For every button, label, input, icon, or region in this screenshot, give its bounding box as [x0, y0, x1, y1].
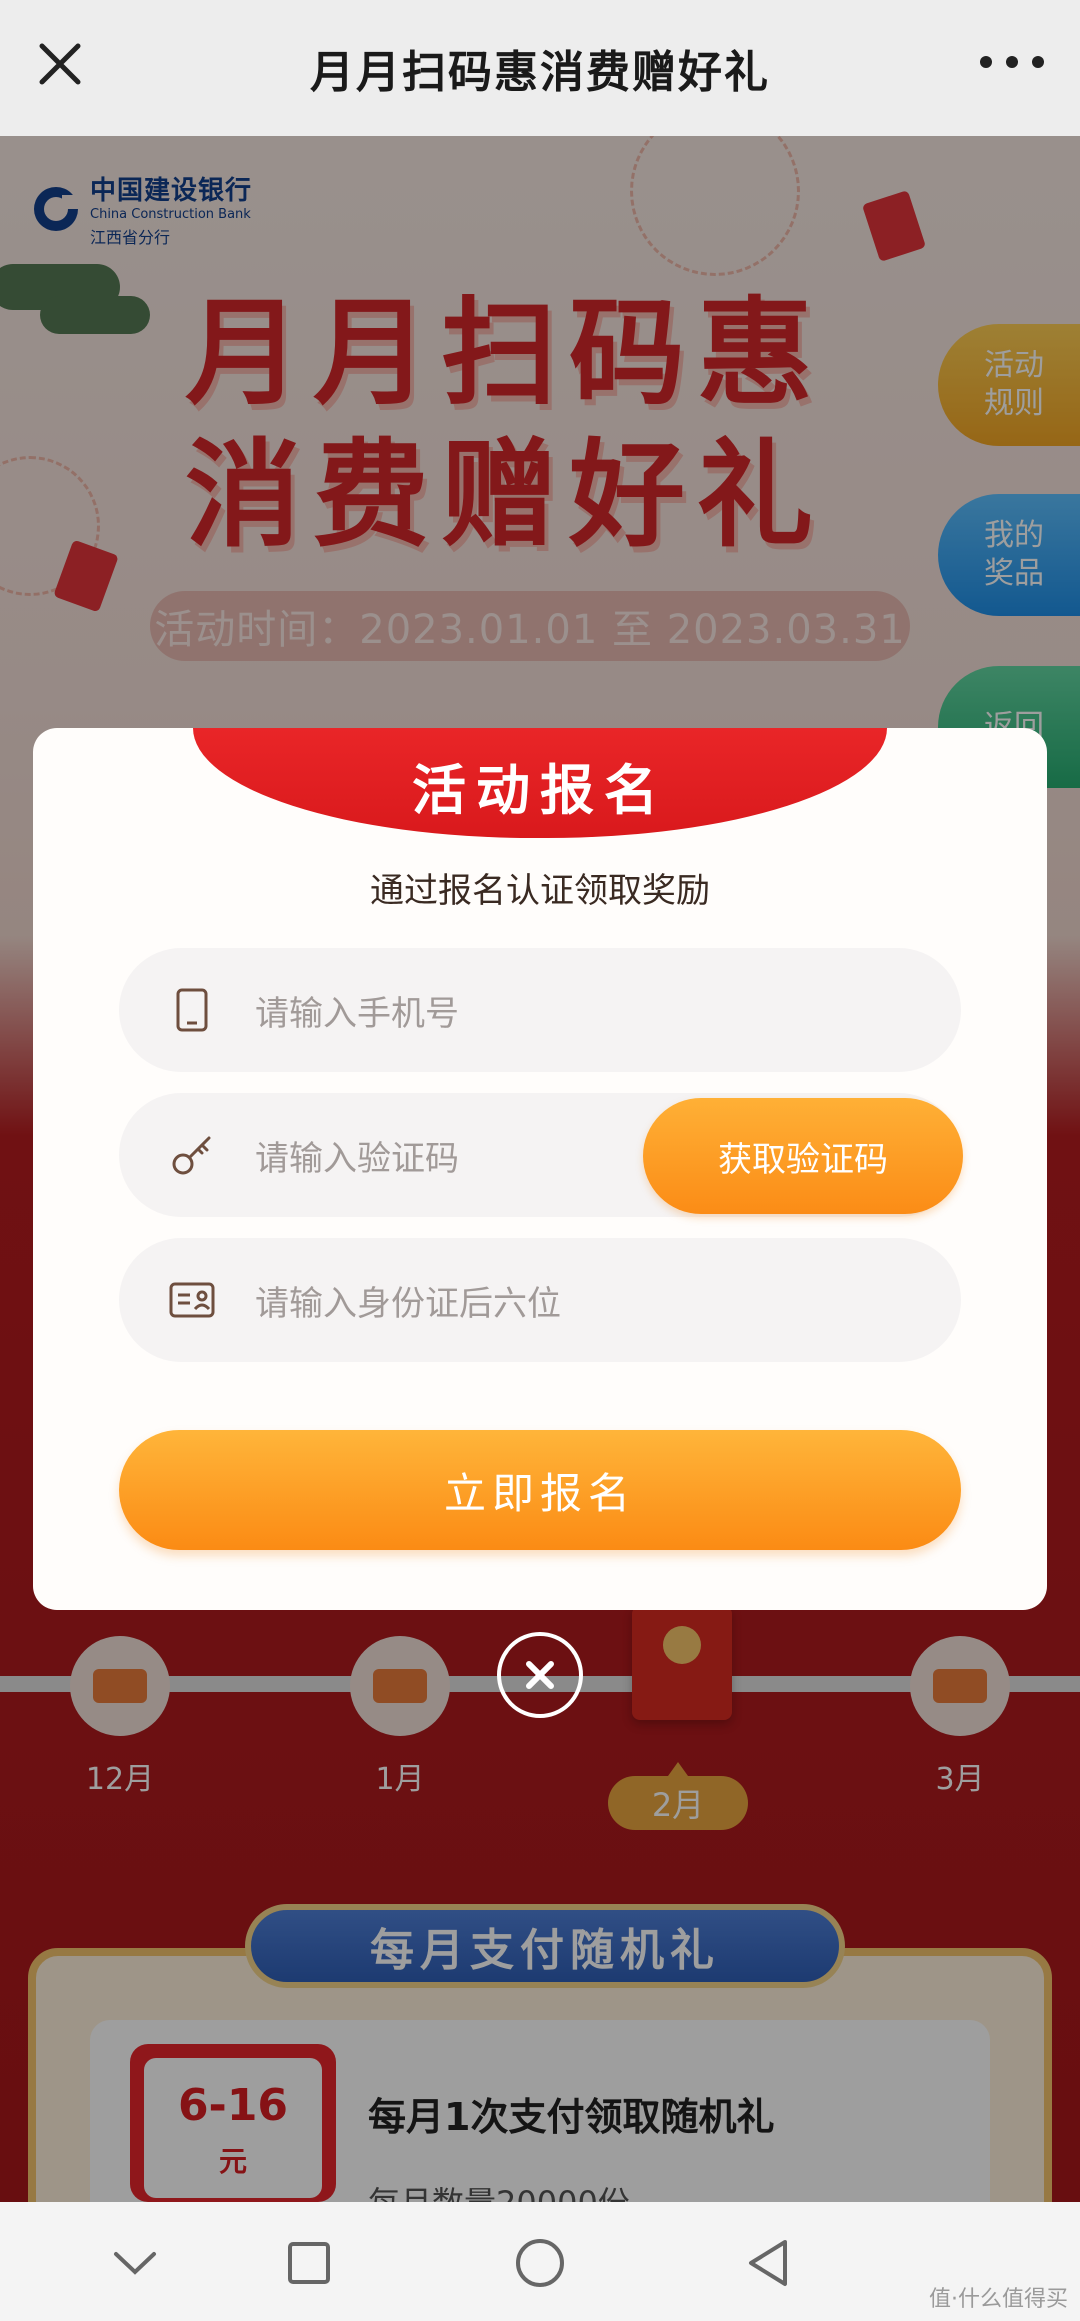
- id-input[interactable]: 请输入身份证后六位: [255, 1276, 561, 1325]
- code-input[interactable]: 请输入验证码: [255, 1131, 459, 1180]
- phone-input[interactable]: 请输入手机号: [255, 986, 459, 1035]
- id-field[interactable]: 请输入身份证后六位: [119, 1238, 961, 1362]
- nav-home-icon[interactable]: [505, 2228, 575, 2298]
- get-code-button[interactable]: 获取验证码: [643, 1098, 963, 1214]
- more-icon[interactable]: [980, 56, 1044, 68]
- close-icon[interactable]: [28, 32, 92, 96]
- nav-recents-icon[interactable]: [274, 2228, 344, 2298]
- modal-subtitle: 通过报名认证领取奖励: [370, 871, 710, 911]
- nav-down-icon[interactable]: [100, 2228, 170, 2298]
- close-icon: [526, 1661, 554, 1689]
- modal-title: 活动报名: [412, 759, 668, 822]
- watermark: 值·什么值得买: [929, 2287, 1068, 2312]
- page-title: 月月扫码惠消费赠好礼: [310, 47, 770, 98]
- nav-back-icon[interactable]: [733, 2228, 803, 2298]
- phone-field[interactable]: 请输入手机号: [119, 948, 961, 1072]
- modal-close-button[interactable]: [497, 1632, 583, 1718]
- system-nav-bar: 值·什么值得买: [0, 2202, 1080, 2321]
- id-card-icon: [167, 1275, 217, 1325]
- phone-icon: [167, 985, 217, 1035]
- submit-button[interactable]: 立即报名: [119, 1430, 961, 1550]
- key-icon: [167, 1130, 217, 1180]
- signup-modal: 活动报名 通过报名认证领取奖励 请输入手机号 请输入验证码 获取验证码 请输入身…: [33, 728, 1047, 1610]
- top-bar: 月月扫码惠消费赠好礼: [0, 0, 1080, 136]
